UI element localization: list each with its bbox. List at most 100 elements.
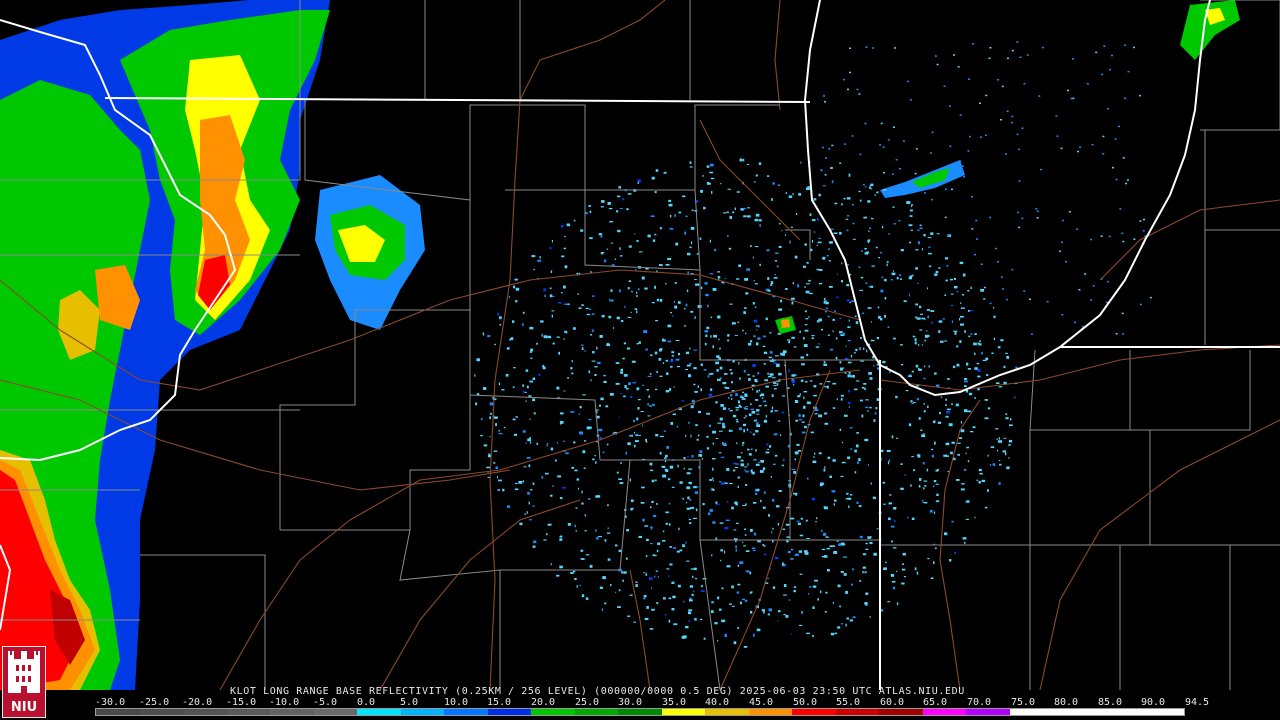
clutter-pixel: [1084, 273, 1087, 275]
clutter-pixel: [865, 542, 868, 545]
clutter-pixel: [679, 549, 683, 552]
clutter-pixel: [1125, 182, 1127, 185]
clutter-pixel: [590, 334, 593, 336]
clutter-pixel: [746, 428, 749, 431]
clutter-pixel: [933, 511, 936, 514]
clutter-pixel: [966, 446, 969, 449]
clutter-pixel: [823, 297, 826, 301]
clutter-pixel: [668, 199, 672, 203]
clutter-pixel: [785, 288, 788, 290]
clutter-pixel: [813, 198, 817, 201]
clutter-pixel: [918, 484, 921, 488]
clutter-pixel: [749, 529, 753, 532]
clutter-pixel: [944, 257, 948, 260]
clutter-pixel: [852, 375, 855, 377]
colorbar-segment: [835, 709, 880, 715]
clutter-pixel: [618, 416, 620, 419]
clutter-pixel: [828, 248, 831, 250]
clutter-pixel: [773, 362, 778, 364]
clutter-pixel: [974, 352, 976, 356]
clutter-pixel: [540, 320, 544, 323]
clutter-pixel: [705, 334, 708, 337]
clutter-pixel: [651, 501, 654, 503]
clutter-pixel: [754, 378, 758, 382]
clutter-pixel: [526, 511, 528, 514]
clutter-pixel: [748, 378, 751, 381]
clutter-pixel: [529, 326, 534, 330]
clutter-pixel: [928, 365, 930, 368]
clutter-pixel: [736, 420, 739, 423]
clutter-pixel: [773, 433, 778, 436]
clutter-pixel: [574, 578, 577, 581]
clutter-pixel: [529, 418, 531, 420]
clutter-pixel: [476, 358, 480, 362]
clutter-pixel: [791, 549, 793, 551]
clutter-pixel: [991, 352, 994, 354]
clutter-pixel: [917, 229, 920, 231]
clutter-pixel: [799, 573, 803, 575]
clutter-pixel: [979, 136, 982, 138]
clutter-pixel: [765, 385, 769, 388]
clutter-pixel: [556, 336, 560, 338]
clutter-pixel: [864, 438, 869, 442]
clutter-pixel: [767, 613, 770, 616]
clutter-pixel: [862, 570, 864, 574]
clutter-pixel: [951, 304, 953, 306]
clutter-pixel: [871, 265, 875, 267]
clutter-pixel: [893, 337, 896, 340]
clutter-pixel: [739, 377, 741, 380]
clutter-pixel: [838, 543, 841, 547]
clutter-pixel: [900, 463, 903, 465]
clutter-pixel: [980, 289, 985, 292]
clutter-pixel: [893, 47, 896, 49]
clutter-pixel: [834, 202, 838, 205]
clutter-pixel: [821, 548, 826, 551]
clutter-pixel: [1036, 210, 1039, 213]
clutter-pixel: [1109, 68, 1111, 71]
clutter-pixel: [824, 300, 827, 302]
clutter-pixel: [953, 285, 958, 289]
clutter-pixel: [753, 419, 756, 422]
clutter-pixel: [663, 597, 666, 600]
clutter-pixel: [750, 610, 753, 614]
clutter-pixel: [695, 283, 700, 286]
clutter-pixel: [896, 437, 899, 439]
clutter-pixel: [706, 326, 710, 330]
clutter-pixel: [964, 380, 968, 383]
clutter-pixel: [926, 468, 929, 472]
colorbar-segment: [879, 709, 923, 715]
clutter-pixel: [962, 294, 965, 296]
clutter-pixel: [927, 237, 932, 239]
clutter-pixel: [849, 71, 852, 74]
clutter-pixel: [962, 273, 966, 277]
clutter-pixel: [1111, 54, 1113, 57]
clutter-pixel: [740, 459, 744, 462]
clutter-pixel: [843, 332, 846, 336]
colorbar-segment: [313, 709, 358, 715]
clutter-pixel: [816, 268, 819, 271]
clutter-pixel: [997, 449, 999, 452]
clutter-pixel: [823, 95, 825, 97]
clutter-pixel: [498, 429, 500, 432]
clutter-pixel: [767, 376, 772, 378]
clutter-pixel: [835, 356, 838, 360]
clutter-pixel: [674, 305, 678, 309]
clutter-pixel: [522, 430, 526, 433]
clutter-pixel: [767, 372, 769, 375]
colorbar-segment: [1140, 709, 1184, 715]
clutter-pixel: [987, 489, 989, 492]
clutter-pixel: [757, 372, 760, 375]
clutter-pixel: [950, 451, 953, 455]
clutter-pixel: [524, 391, 527, 393]
clutter-pixel: [1005, 352, 1008, 354]
clutter-pixel: [570, 367, 573, 370]
clutter-pixel: [818, 343, 820, 345]
clutter-pixel: [747, 463, 749, 467]
clutter-pixel: [787, 339, 791, 341]
clutter-pixel: [750, 340, 753, 343]
clutter-pixel: [601, 608, 604, 611]
clutter-pixel: [560, 423, 562, 425]
clutter-pixel: [627, 193, 632, 195]
clutter-pixel: [803, 337, 805, 340]
clutter-pixel: [901, 568, 906, 571]
